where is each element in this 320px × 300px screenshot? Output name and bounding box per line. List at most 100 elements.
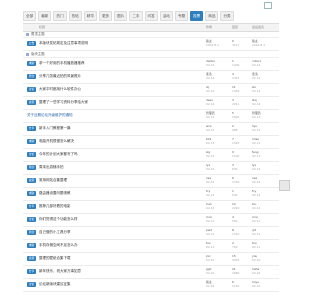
thread-title[interactable]: 你们觉得这个功能怎么样 xyxy=(39,216,189,223)
category-badge[interactable]: 分享 xyxy=(27,126,36,131)
tab-item[interactable]: 二手 xyxy=(129,11,143,21)
table-row[interactable]: 原创 周末出游随手拍 lyx 02-12 3 830 lyx 02-12 xyxy=(23,162,279,175)
forum-page: 全部 最新 热门 热帖 精华 更多 图片 二手 问答 活动 专题 投票 商品 分类 标题 作者 回复 最后… xyxy=(0,0,300,300)
last-post-cell: ndou1 02-14 xyxy=(252,59,284,67)
last-post-cell: kiu 02-12 xyxy=(252,202,284,210)
category-badge[interactable]: 原创 xyxy=(27,74,36,79)
count-cell: 11 1456 xyxy=(232,85,252,93)
category-badge[interactable]: 求助 xyxy=(27,191,36,196)
thread-title[interactable]: 本版块发帖规定及注意事项说明 xyxy=(39,40,189,47)
tab-item[interactable]: 专题 xyxy=(174,11,189,21)
tab-item[interactable]: 更多 xyxy=(98,11,113,21)
last-date: 02-13 xyxy=(252,141,261,145)
thread-title[interactable]: 整理的壁纸合集下载 xyxy=(39,255,189,262)
category-badge[interactable]: 原创 xyxy=(27,165,36,170)
category-badge[interactable]: 讨论 xyxy=(27,282,36,287)
table-row[interactable]: 资源 整理的壁纸合集下载 zxc 02-10 15 3005 yiw 02-10 xyxy=(23,253,279,266)
table-row[interactable]: 求助 求一个好用的手机播放器推荐 dadoo 02-14 1 1200 ndou1 02-14 xyxy=(23,58,279,71)
category-badge[interactable]: 资源 xyxy=(27,256,36,261)
thread-title[interactable]: 分享几张最近拍的风景照片 xyxy=(39,73,189,80)
table-row[interactable]: 公告 本版块发帖规定及注意事项说明 版主 2016-8-1 0 3127 版主 2016-8-… xyxy=(23,38,279,51)
count-cell: 6 1720 xyxy=(232,176,252,184)
thread-title[interactable]: 周末出游随手拍 xyxy=(39,164,189,171)
table-row[interactable]: 求助 电脑开机很慢怎么解决 kk9 02-13 7 1520 miao 02-13 xyxy=(23,136,279,149)
count-cell: 6 1150 xyxy=(232,280,252,288)
favorite-icon[interactable] xyxy=(264,2,272,9)
table-row[interactable]: 讨论 你们觉得这个功能怎么样 mnc 02-11 4 900 mnc 02-11 xyxy=(23,214,279,227)
category-badge[interactable]: 讨论 xyxy=(27,217,36,222)
category-badge[interactable]: 求助 xyxy=(27,61,36,66)
thread-title[interactable]: 大家平时都用什么软件办公 xyxy=(39,86,189,93)
view-count: 988 xyxy=(232,128,238,132)
count-cell: 1 640 xyxy=(232,189,252,197)
section-topics: 版块主题 xyxy=(23,51,279,58)
last-post-cell: qrt 02-11 xyxy=(252,228,284,236)
table-row[interactable]: 求助 手机存储空间不足怎么办 tuo 02-11 2 760 tuo 02-11 xyxy=(23,240,279,253)
table-row[interactable]: 讨论 论坛新版块建议征集 版主 02-10 6 1150 huyu 02-10 xyxy=(23,279,279,292)
thread-title[interactable]: 求一个好用的手机播放器推荐 xyxy=(39,60,189,67)
tab-item[interactable]: 精华 xyxy=(83,11,97,21)
table-row[interactable]: 分享 推荐几部好看的电影 hud 02-12 12 2240 kiu 02-12 xyxy=(23,201,279,214)
table-row[interactable]: 资源 常用网站合集整理 xsa 02-12 6 1720 xsa 02-12 xyxy=(23,175,279,188)
category-badge[interactable]: 分享 xyxy=(27,204,36,209)
tab-item[interactable]: 商品 xyxy=(205,11,219,21)
last-post-cell: miao 02-13 xyxy=(252,137,284,145)
view-count: 1200 xyxy=(232,63,240,67)
tab-item[interactable]: 分类 xyxy=(220,11,234,21)
tab-item[interactable]: 全部 xyxy=(23,11,37,21)
tab-item[interactable]: 问答 xyxy=(144,11,158,21)
table-row[interactable]: 求助 路由器设置问题请教 fcy 02-12 1 640 fcy 02-12 xyxy=(23,188,279,201)
table-row[interactable]: 讨论 大家平时都用什么软件办公 lxj 02-14 11 1456 slx 02-14 xyxy=(23,84,279,97)
tab-item[interactable]: 活动 xyxy=(159,11,173,21)
category-badge[interactable]: 资源 xyxy=(27,100,36,105)
table-row[interactable]: 关于近期论坛升级维护的通知 管理员 02-13 5 1600 管理员 02-13 xyxy=(23,110,279,123)
thread-title[interactable]: 论坛新版块建议征集 xyxy=(39,281,189,288)
last-date: 02-12 xyxy=(252,193,261,197)
last-date: 02-14 xyxy=(252,63,261,67)
last-date: 02-13 xyxy=(252,154,261,158)
last-post-cell: liyu 02-13 xyxy=(252,124,284,132)
table-row[interactable]: 原创 分享几张最近拍的风景照片 斐洛 02-14 4 1342 斐洛 02-14 xyxy=(23,71,279,84)
count-cell: 9 1100 xyxy=(232,150,252,158)
count-cell: 3 830 xyxy=(232,163,252,171)
tab-item[interactable]: 投票 xyxy=(190,11,204,21)
last-post-cell: 管理员 02-13 xyxy=(252,111,284,119)
thread-title[interactable]: 新年快乐，祝大家万事如意 xyxy=(39,268,189,275)
tab-item[interactable]: 热门 xyxy=(53,11,67,21)
category-badge[interactable]: 讨论 xyxy=(27,152,36,157)
category-badge[interactable]: 求助 xyxy=(27,243,36,248)
tab-item[interactable]: 最新 xyxy=(38,11,52,21)
thread-title[interactable]: 电脑开机很慢怎么解决 xyxy=(39,138,189,145)
table-row[interactable]: 讨论 今年的计划大家都写了吗 slg 02-13 9 1100 feng 02-13 xyxy=(23,149,279,162)
category-badge[interactable]: 公告 xyxy=(27,41,36,46)
section-icon xyxy=(26,32,29,36)
count-cell: 2 988 xyxy=(232,124,252,132)
thread-title[interactable]: 常用网站合集整理 xyxy=(39,177,189,184)
table-row[interactable]: 原创 自己做的小工具分享 pwd 02-11 8 1310 qrt 02-11 xyxy=(23,227,279,240)
thread-title[interactable]: 新手入门教程第一篇 xyxy=(39,125,189,132)
category-badge[interactable]: 求助 xyxy=(27,139,36,144)
category-badge[interactable]: 资源 xyxy=(27,178,36,183)
table-row[interactable]: 分享 新手入门教程第一篇 wcs 02-13 2 988 liyu 02-13 xyxy=(23,123,279,136)
thread-title[interactable]: 路由器设置问题请教 xyxy=(39,190,189,197)
section-pinned-label: 置顶主题 xyxy=(31,32,45,36)
category-badge[interactable]: 讨论 xyxy=(27,87,36,92)
thread-title[interactable]: 自己做的小工具分享 xyxy=(39,229,189,236)
thread-title[interactable]: 整理了一些学习资料分享给大家 xyxy=(39,99,189,106)
last-post-cell: haha 02-10 xyxy=(252,267,284,275)
last-post-cell: lyx 02-12 xyxy=(252,163,284,171)
last-date: 02-13 xyxy=(252,128,261,132)
tab-item[interactable]: 图片 xyxy=(114,11,128,21)
thread-title[interactable]: 手机存储空间不足怎么办 xyxy=(39,242,189,249)
back-to-top-icon[interactable] xyxy=(279,180,290,191)
thread-title[interactable]: 关于近期论坛升级维护的通知 xyxy=(27,112,177,119)
last-date: 02-12 xyxy=(252,206,261,210)
category-badge[interactable]: 原创 xyxy=(27,230,36,235)
table-row[interactable]: 资源 整理了一些学习资料分享给大家 dexs 02-14 3 2011 lzxj 02-14 xyxy=(23,97,279,110)
category-badge[interactable]: 分享 xyxy=(27,269,36,274)
view-count: 1520 xyxy=(232,141,240,145)
table-row[interactable]: 分享 新年快乐，祝大家万事如意 ggh 02-10 21 2680 haha 02-10 xyxy=(23,266,279,279)
thread-title[interactable]: 推荐几部好看的电影 xyxy=(39,203,189,210)
tab-item[interactable]: 热帖 xyxy=(68,11,82,21)
thread-title[interactable]: 今年的计划大家都写了吗 xyxy=(39,151,189,158)
